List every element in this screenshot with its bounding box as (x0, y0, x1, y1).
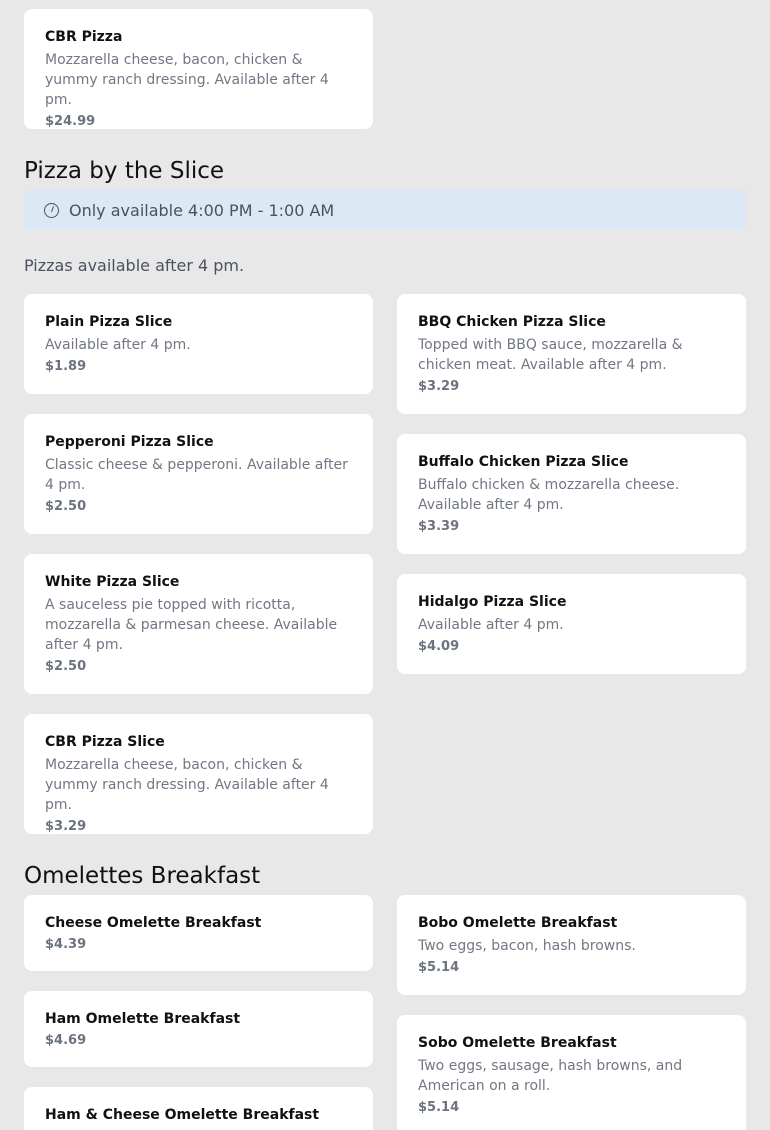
item-title: Ham Omelette Breakfast (45, 1011, 241, 1027)
item-title: Cheese Omelette Breakfast (45, 915, 262, 931)
menu-page: CBR Pizza Mozzarella cheese, bacon, chic… (0, 0, 770, 1130)
menu-item-card[interactable]: Pepperoni Pizza Slice Classic cheese & p… (24, 414, 373, 534)
menu-item-card[interactable]: Sobo Omelette Breakfast Two eggs, sausag… (397, 1015, 746, 1130)
item-price: $3.29 (418, 379, 460, 394)
item-description: Mozzarella cheese, bacon, chicken & yumm… (45, 52, 329, 108)
menu-item-card[interactable]: Ham & Cheese Omelette Breakfast (24, 1087, 373, 1130)
item-description: Two eggs, bacon, hash browns. (418, 938, 636, 954)
item-price: $3.39 (418, 519, 460, 534)
item-description: Classic cheese & pepperoni. Available af… (45, 457, 348, 493)
item-title: Buffalo Chicken Pizza Slice (418, 454, 629, 470)
item-title: White Pizza Slice (45, 574, 180, 590)
item-description: Available after 4 pm. (45, 337, 191, 353)
item-title: Ham & Cheese Omelette Breakfast (45, 1107, 320, 1123)
item-price: $5.14 (418, 960, 460, 975)
menu-item-card[interactable]: Bobo Omelette Breakfast Two eggs, bacon,… (397, 895, 746, 995)
section-title: Omelettes Breakfast (24, 863, 261, 889)
item-title: Hidalgo Pizza Slice (418, 594, 567, 610)
item-title: Sobo Omelette Breakfast (418, 1035, 617, 1051)
item-description: Buffalo chicken & mozzarella cheese. Ava… (418, 477, 680, 513)
item-description: Two eggs, sausage, hash browns, and Amer… (418, 1058, 683, 1094)
menu-item-card[interactable]: CBR Pizza Slice Mozzarella cheese, bacon… (24, 714, 373, 834)
item-price: $5.14 (418, 1100, 460, 1115)
item-description: A sauceless pie topped with ricotta, moz… (45, 597, 338, 653)
item-title: BBQ Chicken Pizza Slice (418, 314, 606, 330)
item-price: $24.99 (45, 114, 96, 129)
item-description: Available after 4 pm. (418, 617, 564, 633)
item-price: $4.39 (45, 937, 87, 952)
item-title: Pepperoni Pizza Slice (45, 434, 214, 450)
menu-item-card[interactable]: White Pizza Slice A sauceless pie topped… (24, 554, 373, 694)
menu-item-card[interactable]: Hidalgo Pizza Slice Available after 4 pm… (397, 574, 746, 674)
menu-item-card[interactable]: BBQ Chicken Pizza Slice Topped with BBQ … (397, 294, 746, 414)
item-price: $2.50 (45, 499, 87, 514)
item-title: CBR Pizza Slice (45, 734, 165, 750)
item-price: $3.29 (45, 819, 87, 834)
availability-notice: Only available 4:00 PM - 1:00 AM (24, 190, 746, 230)
item-description: Mozzarella cheese, bacon, chicken & yumm… (45, 757, 329, 813)
clock-icon (44, 202, 59, 218)
section-description: Pizzas available after 4 pm. (24, 256, 245, 275)
item-title: CBR Pizza (45, 29, 123, 45)
item-price: $4.09 (418, 639, 460, 654)
item-price: $4.69 (45, 1033, 87, 1048)
menu-item-card[interactable]: Cheese Omelette Breakfast $4.39 (24, 895, 373, 971)
menu-item-card[interactable]: Ham Omelette Breakfast $4.69 (24, 991, 373, 1067)
item-price: $2.50 (45, 659, 87, 674)
item-price: $1.89 (45, 359, 87, 374)
notice-text: Only available 4:00 PM - 1:00 AM (69, 200, 335, 220)
menu-item-card[interactable]: Buffalo Chicken Pizza Slice Buffalo chic… (397, 434, 746, 554)
menu-item-card[interactable]: Plain Pizza Slice Available after 4 pm. … (24, 294, 373, 394)
item-description: Topped with BBQ sauce, mozzarella & chic… (418, 337, 683, 373)
item-title: Plain Pizza Slice (45, 314, 173, 330)
section-title: Pizza by the Slice (24, 158, 225, 184)
item-title: Bobo Omelette Breakfast (418, 915, 618, 931)
menu-item-card[interactable]: CBR Pizza Mozzarella cheese, bacon, chic… (24, 9, 373, 129)
